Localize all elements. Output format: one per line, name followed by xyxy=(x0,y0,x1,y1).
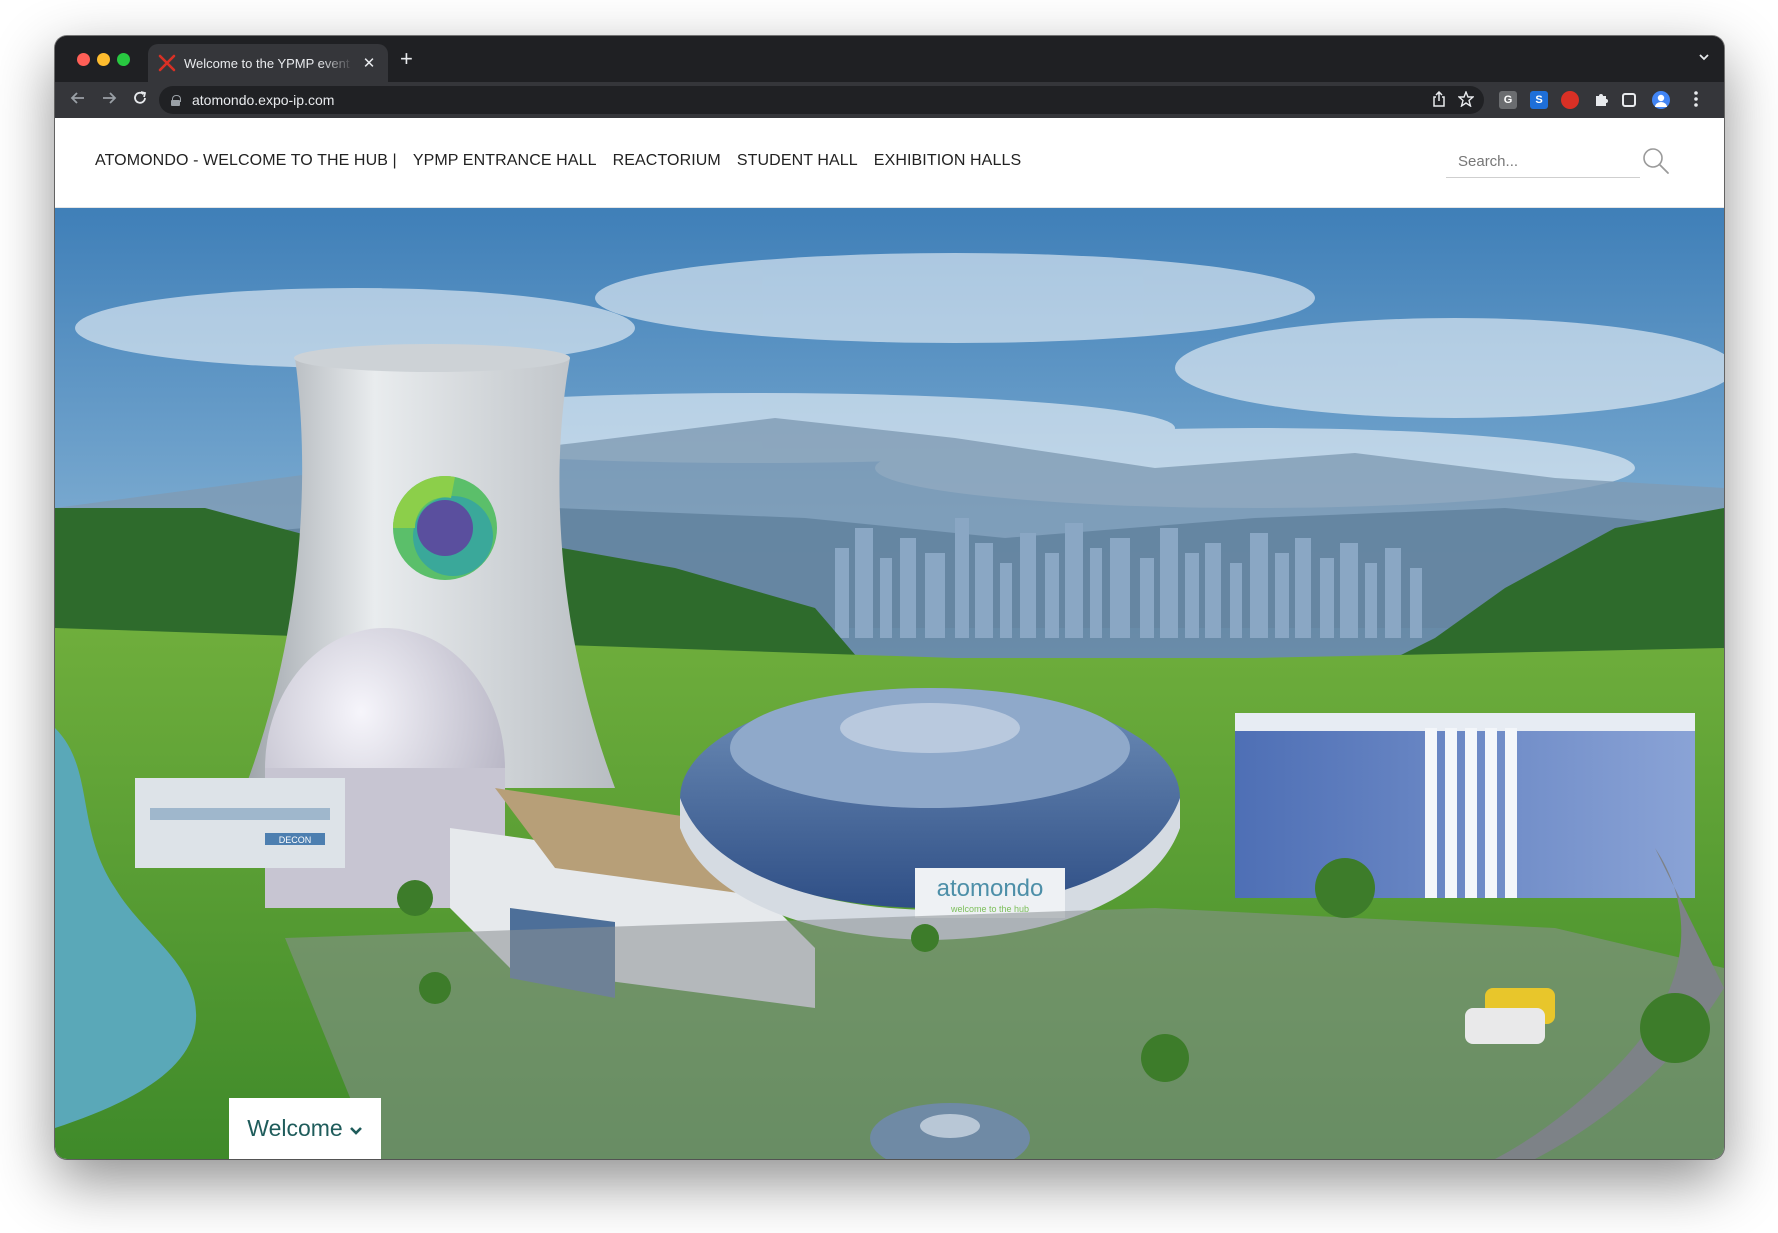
chevron-down-icon xyxy=(349,1126,363,1136)
arena-sign: atomondo xyxy=(937,875,1044,902)
nav-item-exhibition-halls[interactable]: EXHIBITION HALLS xyxy=(874,152,1021,170)
extension-g-icon[interactable]: G xyxy=(1499,91,1517,109)
close-window-button[interactable] xyxy=(77,53,90,66)
decon-sign: DECON xyxy=(279,835,312,845)
extension-red-icon[interactable] xyxy=(1561,91,1579,109)
active-tab[interactable]: Welcome to the YPMP event on atomondo ✕ xyxy=(148,44,388,82)
tab-strip: Welcome to the YPMP event on atomondo ✕ … xyxy=(55,36,1724,82)
tab-title: Welcome to the YPMP event on atomondo xyxy=(184,55,354,71)
tab-close-icon[interactable]: ✕ xyxy=(360,54,378,72)
main-navigation: ATOMONDO - WELCOME TO THE HUB | YPMP ENT… xyxy=(95,152,1037,170)
maximize-window-button[interactable] xyxy=(117,53,130,66)
site-favicon-icon xyxy=(158,54,176,72)
new-tab-button[interactable]: + xyxy=(400,48,413,70)
atomondo-logo-icon xyxy=(393,476,497,580)
profile-avatar-icon[interactable] xyxy=(1652,91,1670,109)
lock-icon[interactable] xyxy=(171,94,181,106)
extensions-puzzle-icon[interactable] xyxy=(1592,91,1610,109)
bookmark-star-icon[interactable] xyxy=(1457,90,1475,111)
nav-item-entrance-hall[interactable]: YPMP ENTRANCE HALL xyxy=(413,152,597,170)
browser-menu-icon[interactable] xyxy=(1687,91,1705,109)
site-header: ATOMONDO - WELCOME TO THE HUB | YPMP ENT… xyxy=(55,118,1724,208)
nuclear-campus-illustration: DECON atomondo welcome to the hub xyxy=(55,208,1724,1159)
nav-item-reactorium[interactable]: REACTORIUM xyxy=(613,152,721,170)
search-field xyxy=(1446,146,1640,178)
nav-item-home[interactable]: ATOMONDO - WELCOME TO THE HUB | xyxy=(95,152,397,170)
browser-window: Welcome to the YPMP event on atomondo ✕ … xyxy=(55,36,1724,1159)
web-page: ATOMONDO - WELCOME TO THE HUB | YPMP ENT… xyxy=(55,118,1724,1159)
forward-arrow-icon[interactable] xyxy=(100,89,118,112)
address-bar[interactable]: atomondo.expo-ip.com xyxy=(159,86,1484,114)
tab-search-icon[interactable] xyxy=(1698,50,1710,66)
reload-icon[interactable] xyxy=(131,89,149,112)
minimize-window-button[interactable] xyxy=(97,53,110,66)
browser-toolbar: atomondo.expo-ip.com G S xyxy=(55,82,1724,118)
nav-item-student-hall[interactable]: STUDENT HALL xyxy=(737,152,858,170)
url-text[interactable]: atomondo.expo-ip.com xyxy=(192,92,334,108)
arena-tagline: welcome to the hub xyxy=(950,904,1029,914)
side-panel-icon[interactable] xyxy=(1622,93,1636,107)
extension-s-icon[interactable]: S xyxy=(1530,91,1548,109)
hero-scene: DECON atomondo welcome to the hub Welcom… xyxy=(55,208,1724,1159)
welcome-dropdown-button[interactable]: Welcome xyxy=(229,1098,381,1159)
search-icon[interactable] xyxy=(1641,146,1671,176)
welcome-label: Welcome xyxy=(247,1115,343,1141)
search-input[interactable] xyxy=(1446,146,1640,177)
share-icon[interactable] xyxy=(1432,90,1446,111)
back-arrow-icon[interactable] xyxy=(69,89,87,112)
